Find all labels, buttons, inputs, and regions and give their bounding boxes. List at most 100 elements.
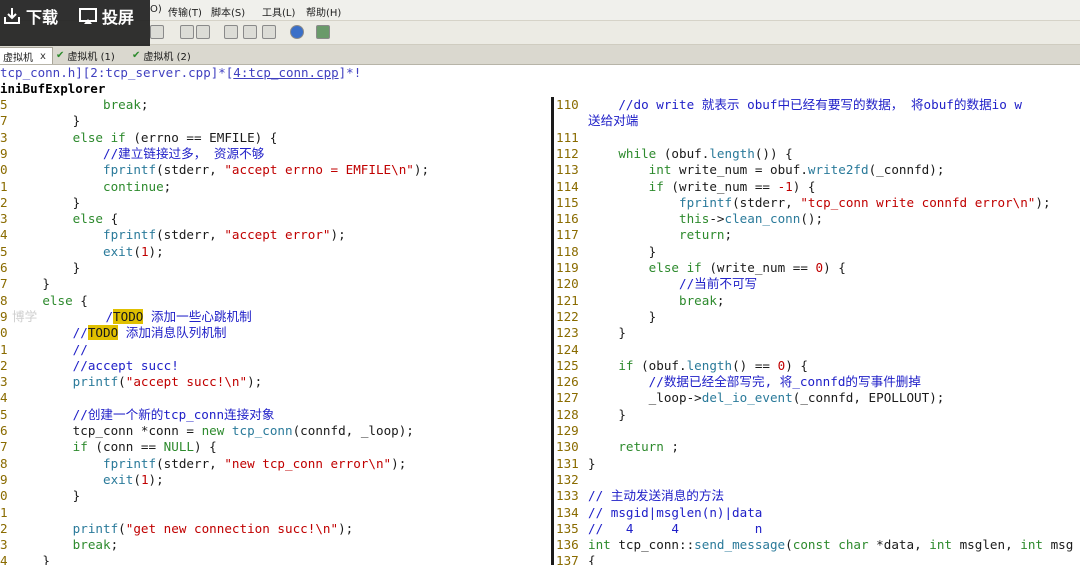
code-line[interactable]: 1 bbox=[0, 505, 12, 521]
right-editor-pane[interactable]: 110 //do write 就表示 obuf中已经有要写的数据， 将obuf的… bbox=[556, 97, 1080, 565]
code-line[interactable]: 126 //数据已经全部写完, 将_connfd的写事件删掉 bbox=[556, 374, 921, 390]
code-line[interactable]: 136 int tcp_conn::send_message(const char… bbox=[556, 537, 1073, 553]
code-line[interactable]: 0 //TODO 添加消息队列机制 bbox=[0, 325, 227, 341]
menu-item-transfer[interactable]: 传输(T) bbox=[168, 4, 202, 19]
code-line[interactable]: 8 fprintf(stderr, "new tcp_conn error\n"… bbox=[0, 456, 406, 472]
toolbar-button[interactable] bbox=[196, 25, 210, 39]
menu-item-tools[interactable]: 工具(L) bbox=[262, 4, 295, 19]
code-token: ) { bbox=[792, 178, 816, 194]
split-divider[interactable] bbox=[548, 97, 556, 565]
code-line[interactable]: 128 } bbox=[556, 407, 626, 423]
code-line[interactable]: 4 fprintf(stderr, "accept error"); bbox=[0, 227, 346, 243]
code-line[interactable]: 121 break; bbox=[556, 293, 725, 309]
code-line[interactable]: 119 else if (write_num == 0) { bbox=[556, 260, 846, 276]
line-number: 127 bbox=[556, 390, 579, 406]
code-token: new bbox=[201, 423, 225, 438]
code-line[interactable]: 7 } bbox=[0, 276, 50, 292]
code-line[interactable]: 2 } bbox=[0, 195, 80, 211]
code-line[interactable]: 1 // bbox=[0, 342, 88, 358]
code-token: (write_num == bbox=[663, 178, 778, 194]
code-line[interactable]: 111 bbox=[556, 130, 588, 146]
code-line[interactable]: 5 exit(1); bbox=[0, 244, 164, 260]
toolbar-button[interactable] bbox=[150, 25, 164, 39]
code-line[interactable]: 4 bbox=[0, 390, 12, 406]
code-line[interactable]: 125 if (obuf.length() == 0) { bbox=[556, 358, 808, 374]
code-line[interactable]: 134 // msgid|msglen(n)|data bbox=[556, 505, 762, 521]
code-line[interactable]: 2 printf("get new connection succ!\n"); bbox=[0, 521, 353, 537]
code-line[interactable]: 2 //accept succ! bbox=[0, 358, 179, 374]
code-line[interactable]: 132 bbox=[556, 472, 588, 488]
line-number: 121 bbox=[556, 292, 579, 308]
toolbar-button[interactable] bbox=[243, 25, 257, 39]
code-line[interactable]: 9 //建立链接过多， 资源不够 bbox=[0, 146, 264, 162]
code-line[interactable]: 113 int write_num = obuf.write2fd(_connf… bbox=[556, 162, 944, 178]
code-line[interactable]: 5 //创建一个新的tcp_conn连接对象 bbox=[0, 407, 274, 423]
code-token: //do write 就表示 obuf中已经有要写的数据， 将obuf的数据io… bbox=[618, 97, 1022, 112]
toolbar-button[interactable] bbox=[316, 25, 330, 39]
code-token: (obuf. bbox=[633, 357, 687, 373]
help-icon[interactable] bbox=[290, 25, 304, 39]
code-line[interactable]: 123 } bbox=[556, 325, 626, 341]
code-line[interactable]: 4 } bbox=[0, 553, 50, 565]
code-line[interactable]: 5 break; bbox=[0, 97, 149, 113]
code-line[interactable]: 3 else if (errno == EMFILE) { bbox=[0, 130, 277, 146]
toolbar-button[interactable] bbox=[180, 25, 194, 39]
menu-item-partial[interactable]: O) bbox=[150, 4, 162, 15]
code-line[interactable]: 117 return; bbox=[556, 227, 732, 243]
code-line[interactable]: 115 fprintf(stderr, "tcp_conn write conn… bbox=[556, 195, 1051, 211]
code-line[interactable]: 135 // 4 4 n bbox=[556, 521, 762, 537]
code-line[interactable]: 9 博学 /TODO 添加一些心跳机制 bbox=[0, 308, 252, 325]
code-line[interactable]: 0 } bbox=[0, 488, 80, 504]
code-line[interactable]: 133 // 主动发送消息的方法 bbox=[556, 488, 724, 504]
tab-vm-1[interactable]: ✔ 虚拟机 (1) bbox=[50, 47, 121, 63]
code-token: -1 bbox=[777, 178, 793, 194]
code-token: if bbox=[72, 439, 88, 455]
code-line[interactable]: 6 tcp_conn *conn = new tcp_conn(connfd, … bbox=[0, 423, 414, 439]
left-editor-pane[interactable]: 5 break; 7 } 3 else if (errno == EMFILE) {… bbox=[0, 97, 548, 565]
code-line[interactable]: 110 //do write 就表示 obuf中已经有要写的数据， 将obuf的… bbox=[556, 97, 1022, 113]
code-line[interactable]: 114 if (write_num == -1) { bbox=[556, 179, 816, 195]
menu-item-help[interactable]: 帮助(H) bbox=[306, 4, 341, 19]
code-line[interactable]: 0 fprintf(stderr, "accept errno = EMFILE… bbox=[0, 162, 429, 178]
code-line[interactable]: 7 } bbox=[0, 113, 80, 129]
code-line[interactable]: 137 { bbox=[556, 553, 596, 565]
code-line[interactable]: 8 else { bbox=[0, 293, 88, 309]
code-line[interactable]: 7 if (conn == NULL) { bbox=[0, 439, 217, 455]
code-line[interactable]: 3 printf("accept succ!\n"); bbox=[0, 374, 262, 390]
code-line[interactable]: 120 //当前不可写 bbox=[556, 276, 757, 292]
tab-vm-2[interactable]: ✔ 虚拟机 (2) bbox=[126, 47, 197, 63]
code-line[interactable]: 118 } bbox=[556, 244, 656, 260]
code-line[interactable]: 124 bbox=[556, 342, 588, 358]
code-line[interactable]: 1 continue; bbox=[0, 179, 171, 195]
code-line[interactable]: 6 } bbox=[0, 260, 80, 276]
cast-button[interactable]: 投屏 bbox=[78, 5, 134, 27]
menu-item-script[interactable]: 脚本(S) bbox=[211, 4, 245, 19]
code-token: send_message bbox=[694, 537, 786, 553]
code-line[interactable]: 3 else { bbox=[0, 211, 118, 227]
code-token: ; bbox=[140, 97, 149, 112]
code-line[interactable]: 122 } bbox=[556, 309, 656, 325]
code-line[interactable]: 112 while (obuf.length()) { bbox=[556, 146, 793, 162]
code-line[interactable]: 116 this->clean_conn(); bbox=[556, 211, 823, 227]
code-line[interactable]: 送给对端 bbox=[556, 113, 638, 129]
code-line[interactable]: 3 break; bbox=[0, 537, 118, 553]
toolbar-button[interactable] bbox=[224, 25, 238, 39]
code-line[interactable]: 130 return ; bbox=[556, 439, 679, 455]
code-line[interactable]: 129 bbox=[556, 423, 588, 439]
code-token: ; bbox=[663, 439, 680, 455]
code-line[interactable]: 127 _loop->del_io_event(_connfd, EPOLLOU… bbox=[556, 390, 944, 406]
buffer-current[interactable]: 4:tcp_conn.cpp bbox=[233, 65, 338, 80]
line-number: 114 bbox=[556, 178, 579, 194]
toolbar-button[interactable] bbox=[262, 25, 276, 39]
close-icon[interactable]: x bbox=[40, 51, 46, 62]
code-line[interactable]: 131} bbox=[556, 456, 596, 472]
download-button[interactable]: 下载 bbox=[2, 5, 58, 27]
code-token: else bbox=[42, 292, 73, 308]
tab-vm[interactable]: 虚拟机 x bbox=[0, 47, 53, 64]
code-line[interactable]: 9 exit(1); bbox=[0, 472, 164, 488]
